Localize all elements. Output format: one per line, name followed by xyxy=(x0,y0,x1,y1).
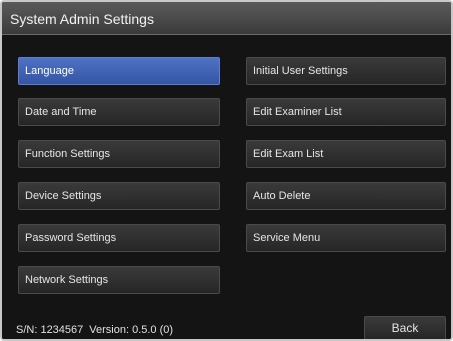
serial-number: S/N: 1234567 xyxy=(16,324,84,336)
date-and-time-button[interactable]: Date and Time xyxy=(18,98,220,126)
network-settings-button[interactable]: Network Settings xyxy=(18,266,220,294)
password-settings-button[interactable]: Password Settings xyxy=(18,224,220,252)
settings-window: System Admin Settings Language Date and … xyxy=(0,0,453,341)
auto-delete-button[interactable]: Auto Delete xyxy=(246,182,446,210)
page-title: System Admin Settings xyxy=(10,11,154,27)
edit-examiner-list-button[interactable]: Edit Examiner List xyxy=(246,98,446,126)
device-info: S/N: 1234567 Version: 0.5.0 (0) xyxy=(16,323,179,337)
initial-user-settings-button[interactable]: Initial User Settings xyxy=(246,57,446,85)
settings-panel: Language Date and Time Function Settings… xyxy=(2,35,451,339)
edit-exam-list-button[interactable]: Edit Exam List xyxy=(246,140,446,168)
title-bar: System Admin Settings xyxy=(2,2,451,35)
back-button[interactable]: Back xyxy=(364,316,446,339)
software-version: Version: 0.5.0 (0) xyxy=(89,324,174,336)
device-settings-button[interactable]: Device Settings xyxy=(18,182,220,210)
function-settings-button[interactable]: Function Settings xyxy=(18,140,220,168)
language-button[interactable]: Language xyxy=(18,57,220,85)
service-menu-button[interactable]: Service Menu xyxy=(246,224,446,252)
